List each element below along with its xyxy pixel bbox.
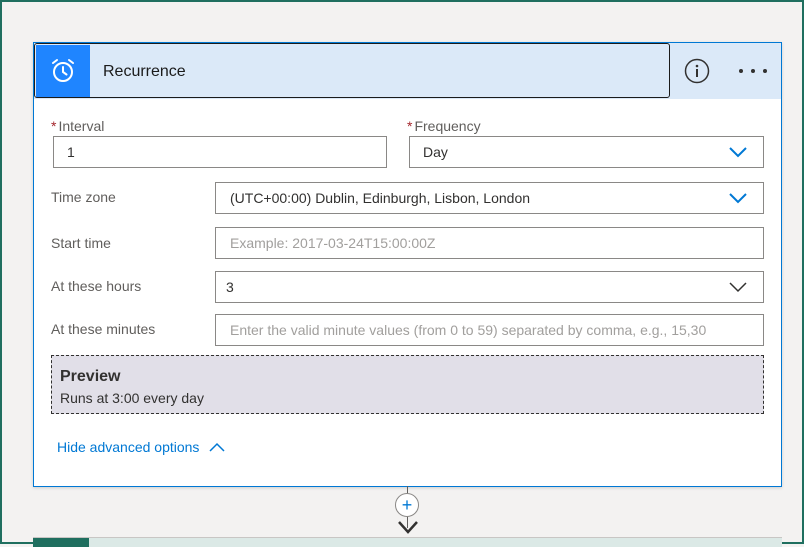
plus-icon: + xyxy=(401,495,413,515)
chevron-down-icon xyxy=(729,282,747,293)
next-step-card[interactable] xyxy=(33,537,782,547)
preview-text: Runs at 3:00 every day xyxy=(60,390,204,406)
arrow-down-icon xyxy=(398,521,418,534)
preview-title: Preview xyxy=(60,368,121,385)
at-these-minutes-input[interactable]: Enter the valid minute values (from 0 to… xyxy=(215,314,764,346)
time-zone-label: Time zone xyxy=(51,189,116,205)
at-these-minutes-label: At these minutes xyxy=(51,321,156,337)
alarm-clock-icon xyxy=(36,45,90,97)
time-zone-dropdown[interactable]: (UTC+00:00) Dublin, Edinburgh, Lisbon, L… xyxy=(215,182,764,214)
recurrence-card: Recurrence * Interval 1 * Frequency Day … xyxy=(33,42,782,487)
frequency-dropdown[interactable]: Day xyxy=(409,136,764,168)
at-these-hours-label: At these hours xyxy=(51,278,142,294)
frequency-label: * Frequency xyxy=(407,118,481,134)
start-time-label: Start time xyxy=(51,235,111,251)
info-icon xyxy=(684,58,710,84)
hide-advanced-options-link[interactable]: Hide advanced options xyxy=(57,439,225,455)
chevron-down-icon xyxy=(729,193,747,204)
chevron-down-icon xyxy=(729,147,747,158)
preview-panel: Preview Runs at 3:00 every day xyxy=(51,355,764,414)
next-step-icon-tile xyxy=(33,538,89,547)
interval-label: * Interval xyxy=(51,118,105,134)
at-these-hours-dropdown[interactable]: 3 xyxy=(215,271,764,303)
add-step-button[interactable]: + xyxy=(395,493,419,517)
interval-input[interactable]: 1 xyxy=(53,136,387,168)
card-title: Recurrence xyxy=(103,63,186,80)
canvas: Recurrence * Interval 1 * Frequency Day … xyxy=(0,0,804,547)
more-options-icon xyxy=(739,69,767,73)
more-options-button[interactable] xyxy=(736,63,770,79)
chevron-up-icon xyxy=(209,442,225,452)
start-time-input[interactable]: Example: 2017-03-24T15:00:00Z xyxy=(215,227,764,259)
info-button[interactable] xyxy=(684,58,710,84)
card-title-bar[interactable]: Recurrence xyxy=(34,43,670,98)
card-header: Recurrence xyxy=(34,43,781,99)
